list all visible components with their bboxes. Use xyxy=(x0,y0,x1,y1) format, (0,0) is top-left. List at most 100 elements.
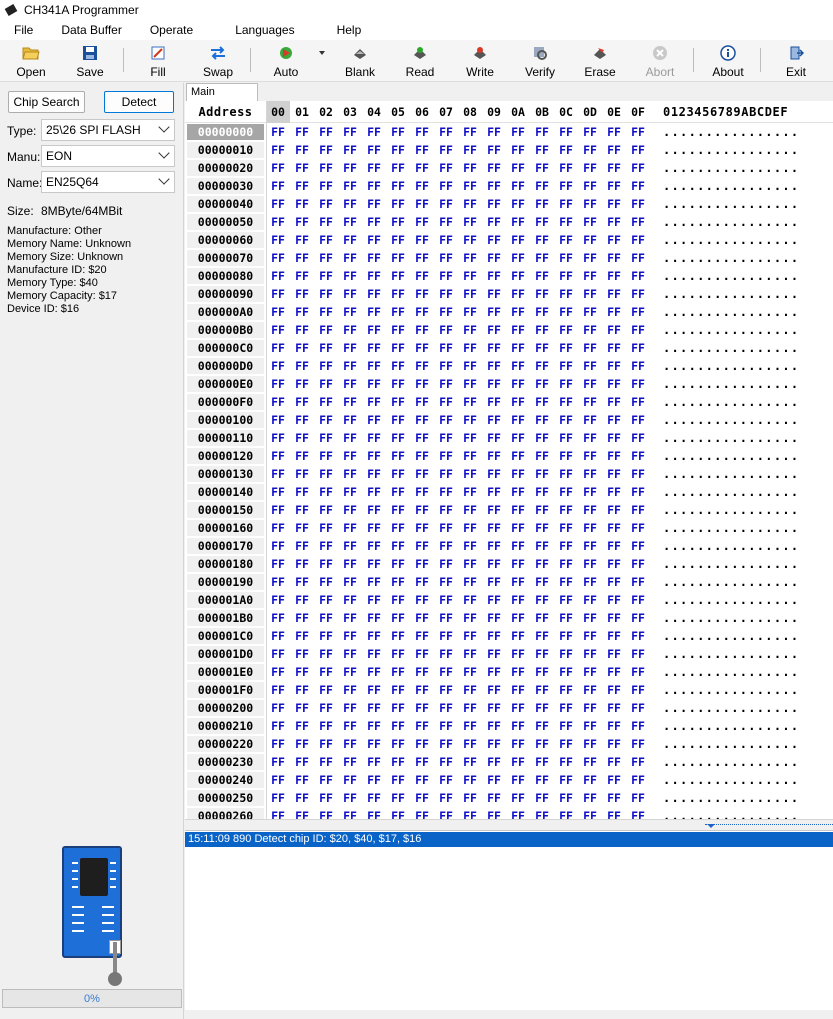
byte-cell[interactable]: FF xyxy=(266,447,290,465)
byte-cell[interactable]: FF xyxy=(506,717,530,735)
byte-cell[interactable]: FF xyxy=(602,609,626,627)
byte-cell[interactable]: FF xyxy=(578,753,602,771)
byte-cell[interactable]: FF xyxy=(602,375,626,393)
byte-cell[interactable]: FF xyxy=(338,699,362,717)
byte-cell[interactable]: FF xyxy=(554,285,578,303)
byte-cell[interactable]: FF xyxy=(362,339,386,357)
byte-cell[interactable]: FF xyxy=(338,249,362,267)
byte-cell[interactable]: FF xyxy=(602,429,626,447)
byte-cell[interactable]: FF xyxy=(626,357,650,375)
byte-cell[interactable]: FF xyxy=(482,735,506,753)
byte-cell[interactable]: FF xyxy=(434,213,458,231)
byte-cell[interactable]: FF xyxy=(386,699,410,717)
byte-cell[interactable]: FF xyxy=(410,519,434,537)
byte-cell[interactable]: FF xyxy=(554,249,578,267)
byte-cell[interactable]: FF xyxy=(578,159,602,177)
byte-cell[interactable]: FF xyxy=(410,213,434,231)
byte-cell[interactable]: FF xyxy=(602,663,626,681)
byte-cell[interactable]: FF xyxy=(386,213,410,231)
byte-cell[interactable]: FF xyxy=(554,753,578,771)
byte-cell[interactable]: FF xyxy=(434,753,458,771)
byte-cell[interactable]: FF xyxy=(290,177,314,195)
byte-cell[interactable]: FF xyxy=(602,645,626,663)
byte-cell[interactable]: FF xyxy=(410,447,434,465)
byte-cell[interactable]: FF xyxy=(626,717,650,735)
byte-cell[interactable]: FF xyxy=(578,393,602,411)
byte-cell[interactable]: FF xyxy=(458,627,482,645)
byte-cell[interactable]: FF xyxy=(362,573,386,591)
byte-cell[interactable]: FF xyxy=(530,501,554,519)
byte-cell[interactable]: FF xyxy=(602,519,626,537)
byte-cell[interactable]: FF xyxy=(434,357,458,375)
byte-cell[interactable]: FF xyxy=(626,177,650,195)
menu-data-buffer[interactable]: Data Buffer xyxy=(47,20,135,40)
byte-cell[interactable]: FF xyxy=(506,159,530,177)
byte-cell[interactable]: FF xyxy=(290,339,314,357)
byte-cell[interactable]: FF xyxy=(530,177,554,195)
byte-cell[interactable]: FF xyxy=(410,627,434,645)
byte-cell[interactable]: FF xyxy=(530,573,554,591)
byte-cell[interactable]: FF xyxy=(434,411,458,429)
blank-button[interactable]: Blank xyxy=(342,42,378,80)
byte-cell[interactable]: FF xyxy=(290,159,314,177)
byte-cell[interactable]: FF xyxy=(506,177,530,195)
byte-cell[interactable]: FF xyxy=(530,519,554,537)
byte-cell[interactable]: FF xyxy=(266,231,290,249)
byte-cell[interactable]: FF xyxy=(386,627,410,645)
byte-cell[interactable]: FF xyxy=(602,303,626,321)
byte-cell[interactable]: FF xyxy=(506,411,530,429)
byte-cell[interactable]: FF xyxy=(506,123,530,141)
byte-cell[interactable]: FF xyxy=(338,429,362,447)
byte-cell[interactable]: FF xyxy=(266,717,290,735)
byte-cell[interactable]: FF xyxy=(314,537,338,555)
byte-cell[interactable]: FF xyxy=(338,555,362,573)
byte-cell[interactable]: FF xyxy=(434,555,458,573)
byte-cell[interactable]: FF xyxy=(314,771,338,789)
byte-cell[interactable]: FF xyxy=(338,627,362,645)
byte-cell[interactable]: FF xyxy=(410,501,434,519)
byte-cell[interactable]: FF xyxy=(410,123,434,141)
byte-cell[interactable]: FF xyxy=(554,735,578,753)
byte-cell[interactable]: FF xyxy=(338,519,362,537)
byte-cell[interactable]: FF xyxy=(482,609,506,627)
byte-cell[interactable]: FF xyxy=(338,267,362,285)
byte-cell[interactable]: FF xyxy=(530,537,554,555)
byte-cell[interactable]: FF xyxy=(530,303,554,321)
byte-cell[interactable]: FF xyxy=(434,195,458,213)
byte-cell[interactable]: FF xyxy=(314,483,338,501)
byte-cell[interactable]: FF xyxy=(554,537,578,555)
byte-cell[interactable]: FF xyxy=(314,123,338,141)
hex-editor[interactable]: Address 0123456789ABCDEF 00 01 02 03 04 05 06 0… xyxy=(185,101,833,819)
byte-cell[interactable]: FF xyxy=(338,141,362,159)
byte-cell[interactable]: FF xyxy=(386,321,410,339)
byte-cell[interactable]: FF xyxy=(266,681,290,699)
byte-cell[interactable]: FF xyxy=(554,321,578,339)
byte-cell[interactable]: FF xyxy=(314,285,338,303)
byte-cell[interactable]: FF xyxy=(530,339,554,357)
byte-cell[interactable]: FF xyxy=(530,285,554,303)
byte-cell[interactable]: FF xyxy=(314,699,338,717)
byte-cell[interactable]: FF xyxy=(410,429,434,447)
byte-cell[interactable]: FF xyxy=(482,573,506,591)
byte-cell[interactable]: FF xyxy=(314,177,338,195)
byte-cell[interactable]: FF xyxy=(458,285,482,303)
byte-cell[interactable]: FF xyxy=(602,591,626,609)
byte-cell[interactable]: FF xyxy=(362,537,386,555)
byte-cell[interactable]: FF xyxy=(410,609,434,627)
byte-cell[interactable]: FF xyxy=(410,267,434,285)
byte-cell[interactable]: FF xyxy=(458,411,482,429)
byte-cell[interactable]: FF xyxy=(386,393,410,411)
byte-cell[interactable]: FF xyxy=(506,375,530,393)
byte-cell[interactable]: FF xyxy=(290,663,314,681)
byte-cell[interactable]: FF xyxy=(626,573,650,591)
byte-cell[interactable]: FF xyxy=(338,681,362,699)
byte-cell[interactable]: FF xyxy=(554,699,578,717)
byte-cell[interactable]: FF xyxy=(362,429,386,447)
byte-cell[interactable]: FF xyxy=(482,393,506,411)
byte-cell[interactable]: FF xyxy=(434,339,458,357)
byte-cell[interactable]: FF xyxy=(314,609,338,627)
byte-cell[interactable]: FF xyxy=(290,717,314,735)
byte-cell[interactable]: FF xyxy=(530,591,554,609)
byte-cell[interactable]: FF xyxy=(266,501,290,519)
byte-cell[interactable]: FF xyxy=(578,627,602,645)
